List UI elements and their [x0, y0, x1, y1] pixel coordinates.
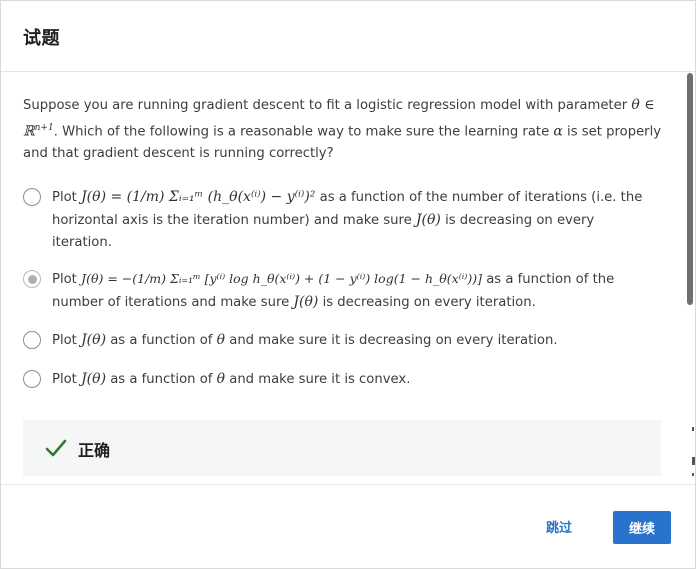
- question-math-alpha: α: [553, 123, 563, 140]
- question-math-sup: n+1: [34, 123, 54, 133]
- option-formula: J(θ): [81, 371, 107, 387]
- option-formula: θ: [216, 371, 226, 387]
- option-formula: J(θ) = −(1/m) Σᵢ₌₁ᵐ [y⁽ⁱ⁾ log h_θ(x⁽ⁱ⁾) …: [81, 271, 482, 286]
- radio-button[interactable]: [23, 188, 41, 206]
- option-text: Plot: [52, 272, 82, 287]
- option-formula: J(θ): [81, 332, 107, 348]
- radio-button-selected[interactable]: [23, 270, 41, 288]
- option-formula: J(θ): [415, 212, 441, 228]
- question-text-part: Suppose you are running gradient descent…: [23, 98, 632, 113]
- option-formula: J(θ) = (1/m) Σᵢ₌₁ᵐ (h_θ(x⁽ⁱ⁾) − y⁽ⁱ⁾)²: [81, 189, 316, 205]
- option-text: as a function of: [106, 372, 217, 387]
- feedback-label: 正确: [78, 441, 111, 460]
- scroll-indicator-icon: [692, 427, 695, 476]
- dialog-title: 试题: [23, 28, 60, 49]
- option-text: Plot: [52, 333, 82, 348]
- option-formula: J(θ): [293, 294, 319, 310]
- radio-button[interactable]: [23, 370, 41, 388]
- dialog-footer: 跳过 继续: [1, 484, 695, 569]
- dialog-body: Suppose you are running gradient descent…: [1, 72, 695, 483]
- option-text: is decreasing on every iteration.: [318, 295, 536, 310]
- option-text: and make sure it is decreasing on every …: [225, 333, 558, 348]
- skip-button[interactable]: 跳过: [539, 513, 579, 541]
- answer-option-3[interactable]: Plot J(θ) as a function of θ and make su…: [23, 331, 648, 353]
- answer-option-4[interactable]: Plot J(θ) as a function of θ and make su…: [23, 370, 648, 392]
- question-text-part: . Which of the following is a reasonable…: [53, 124, 554, 140]
- option-text: and make sure it is convex.: [225, 372, 411, 387]
- check-icon: [45, 439, 67, 457]
- question-text: Suppose you are running gradient descent…: [23, 94, 663, 165]
- option-text: as a function of: [106, 333, 217, 348]
- option-text: Plot: [52, 190, 82, 205]
- dialog-header: 试题: [1, 1, 695, 72]
- continue-button[interactable]: 继续: [613, 511, 671, 544]
- option-label: Plot J(θ) = (1/m) Σᵢ₌₁ᵐ (h_θ(x⁽ⁱ⁾) − y⁽ⁱ…: [52, 186, 648, 254]
- option-text: Plot: [52, 372, 82, 387]
- radio-button[interactable]: [23, 331, 41, 349]
- scrollbar-thumb[interactable]: [687, 73, 693, 305]
- answer-option-2[interactable]: Plot J(θ) = −(1/m) Σᵢ₌₁ᵐ [y⁽ⁱ⁾ log h_θ(x…: [23, 270, 648, 314]
- answer-option-1[interactable]: Plot J(θ) = (1/m) Σᵢ₌₁ᵐ (h_θ(x⁽ⁱ⁾) − y⁽ⁱ…: [23, 188, 648, 254]
- option-formula: θ: [216, 332, 226, 348]
- option-label: Plot J(θ) = −(1/m) Σᵢ₌₁ᵐ [y⁽ⁱ⁾ log h_θ(x…: [52, 268, 648, 314]
- option-label: Plot J(θ) as a function of θ and make su…: [52, 368, 648, 391]
- feedback-correct-panel: 正确: [23, 420, 661, 476]
- option-label: Plot J(θ) as a function of θ and make su…: [52, 329, 648, 352]
- quiz-dialog: 试题 Suppose you are running gradient desc…: [0, 0, 696, 569]
